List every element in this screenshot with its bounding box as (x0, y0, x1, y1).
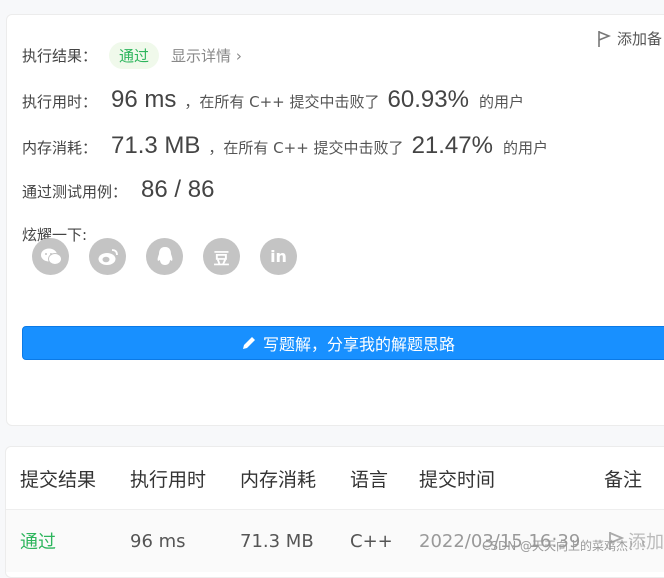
share-icons: 豆 in (32, 238, 297, 275)
pencil-icon (242, 337, 255, 349)
row-status-link[interactable]: 通过 (20, 510, 56, 572)
memory-percent: 21.47% (411, 132, 493, 159)
header-time[interactable]: 提交时间 (419, 447, 495, 509)
wechat-icon[interactable] (32, 238, 69, 275)
write-solution-button[interactable]: 写题解，分享我的解题思路 (22, 326, 664, 360)
show-detail-link[interactable]: 显示详情 › (171, 45, 242, 66)
add-note-button[interactable]: 添加备 (597, 28, 662, 49)
header-memory[interactable]: 内存消耗 (240, 447, 316, 509)
row-language: C++ (350, 530, 393, 552)
submissions-table: 提交结果 执行用时 内存消耗 语言 提交时间 备注 通过 96 ms 71.3 … (5, 446, 664, 578)
weibo-icon[interactable] (89, 238, 126, 275)
status-badge: 通过 (109, 42, 160, 69)
header-note[interactable]: 备注 (604, 447, 642, 509)
tests-value: 86 / 86 (141, 176, 215, 203)
header-runtime[interactable]: 执行用时 (130, 447, 206, 509)
linkedin-icon[interactable]: in (260, 238, 297, 275)
tests-label: 通过测试用例： (22, 183, 128, 201)
runtime-suffix: 的用户 (478, 93, 524, 111)
result-card (6, 14, 664, 426)
header-status[interactable]: 提交结果 (20, 447, 96, 509)
result-row: 执行结果： 通过 显示详情 › (22, 42, 242, 69)
memory-row: 内存消耗： 71.3 MB ，在所有 C++ 提交中击败了 21.47% 的用户 (22, 132, 548, 160)
flag-icon (598, 30, 611, 47)
memory-label: 内存消耗： (22, 139, 98, 157)
header-language[interactable]: 语言 (350, 447, 388, 509)
tests-row: 通过测试用例： 86 / 86 (22, 176, 214, 204)
memory-mid-text: ，在所有 C++ 提交中击败了 (208, 139, 404, 157)
row-memory: 71.3 MB (240, 530, 314, 552)
runtime-value: 96 ms (111, 86, 177, 113)
douban-icon[interactable]: 豆 (203, 238, 240, 275)
row-runtime: 96 ms (130, 530, 186, 552)
runtime-label: 执行用时： (22, 93, 98, 111)
runtime-mid-text: ，在所有 C++ 提交中击败了 (184, 93, 380, 111)
memory-suffix: 的用户 (502, 139, 548, 157)
runtime-row: 执行用时： 96 ms ，在所有 C++ 提交中击败了 60.93% 的用户 (22, 86, 524, 114)
runtime-percent: 60.93% (387, 86, 469, 113)
qq-icon[interactable] (146, 238, 183, 275)
result-label: 执行结果： (22, 47, 98, 65)
memory-value: 71.3 MB (111, 132, 201, 159)
watermark: CSDN @天天向上的菜鸡杰！！ (481, 539, 652, 553)
table-header: 提交结果 执行用时 内存消耗 语言 提交时间 备注 (6, 447, 664, 510)
